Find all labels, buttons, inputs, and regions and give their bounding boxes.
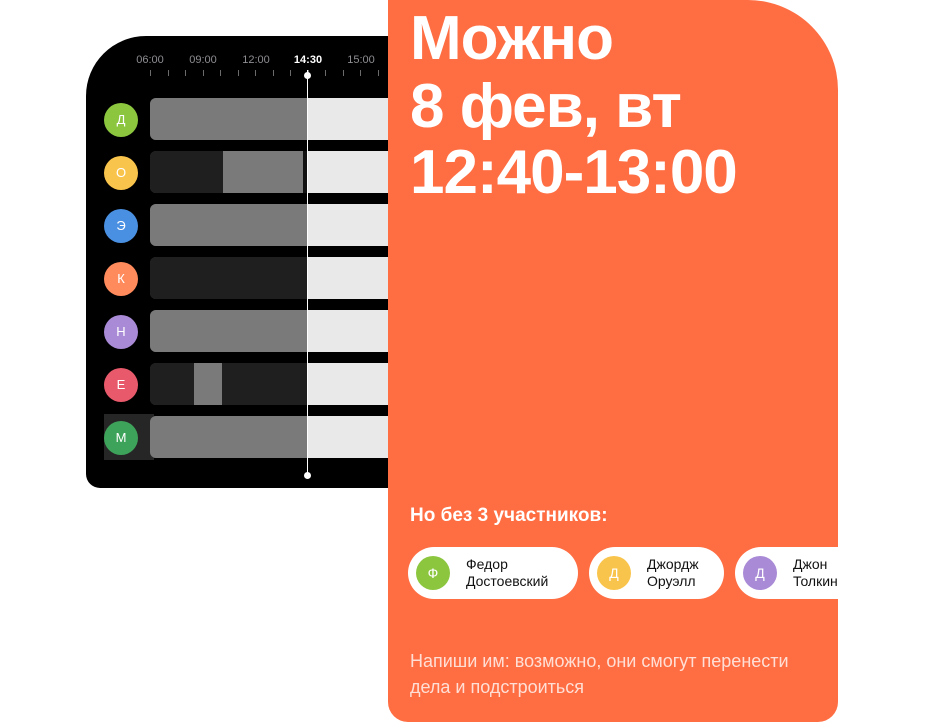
tick-label-1500: 15:00 — [347, 54, 375, 66]
avatar: Е — [104, 368, 138, 402]
participant-name: Джордж Оруэлл — [647, 556, 699, 589]
current-time-handle-bottom[interactable] — [304, 472, 311, 479]
availability-row[interactable] — [150, 204, 426, 246]
missing-participants-title: Но без 3 участников: — [410, 505, 608, 526]
tick-label-current: 14:30 — [293, 54, 323, 66]
busy-segment — [150, 204, 307, 246]
ruler-tick — [203, 70, 204, 76]
tick-label-1200: 12:00 — [242, 54, 270, 66]
ruler-tick — [185, 70, 186, 76]
participant-chip[interactable]: Д Джон Толкин — [735, 547, 838, 599]
participant-chip[interactable]: Д Джордж Оруэлл — [589, 547, 724, 599]
avatar: О — [104, 156, 138, 190]
busy-segment — [223, 151, 303, 193]
avatar: Э — [104, 209, 138, 243]
tick-label-0900: 09:00 — [189, 54, 217, 66]
ruler-tick — [238, 70, 239, 76]
participant-name: Джон Толкин — [793, 556, 838, 589]
busy-segment — [150, 310, 307, 352]
free-segment — [150, 151, 223, 193]
tick-label-0600: 06:00 — [136, 54, 164, 66]
avatar: Д — [743, 556, 777, 590]
availability-row[interactable] — [150, 363, 426, 405]
free-segment — [150, 363, 194, 405]
participant-chip[interactable]: Ф Федор Достоевский — [408, 547, 578, 599]
availability-timeline: 06:00 09:00 12:00 14:30 15:00 Д О Э К Н … — [86, 36, 426, 488]
current-time-line[interactable] — [307, 70, 308, 476]
busy-segment — [150, 98, 307, 140]
avatar: Д — [104, 103, 138, 137]
footnote-hint: Напиши им: возможно, они смогут перенест… — [410, 651, 789, 697]
avatar: М — [104, 421, 138, 455]
busy-segment — [150, 416, 307, 458]
missing-participants-list: Ф Федор Достоевский Д Джордж Оруэлл Д Дж… — [408, 547, 838, 599]
ruler-tick — [343, 70, 344, 76]
ruler-tick — [150, 70, 151, 76]
avatar: К — [104, 262, 138, 296]
ruler-tick — [220, 70, 221, 76]
participant-name: Федор Достоевский — [466, 556, 549, 589]
avatar: Д — [597, 556, 631, 590]
availability-row[interactable] — [150, 416, 426, 458]
ruler-tick — [360, 70, 361, 76]
suggestion-card: Можно 8 фев, вт 12:40-13:00 Но без 3 уча… — [388, 0, 838, 722]
headline-time-range: 12:40-13:00 — [410, 138, 738, 207]
ruler-tick — [378, 70, 379, 76]
ruler-tick — [290, 70, 291, 76]
free-segment — [222, 363, 307, 405]
ruler-tick — [255, 70, 256, 76]
current-time-handle-top[interactable] — [304, 72, 311, 79]
avatar: Н — [104, 315, 138, 349]
headline-date: 8 фев, вт — [410, 72, 682, 141]
ruler-tick — [273, 70, 274, 76]
free-segment — [150, 257, 307, 299]
busy-segment — [194, 363, 222, 405]
avatar: Ф — [416, 556, 450, 590]
availability-row[interactable] — [150, 310, 426, 352]
ruler-tick — [168, 70, 169, 76]
availability-row[interactable] — [150, 98, 426, 140]
ruler-tick — [325, 70, 326, 76]
availability-row[interactable] — [150, 151, 426, 193]
headline-verdict: Можно — [410, 4, 614, 73]
availability-row[interactable] — [150, 257, 426, 299]
